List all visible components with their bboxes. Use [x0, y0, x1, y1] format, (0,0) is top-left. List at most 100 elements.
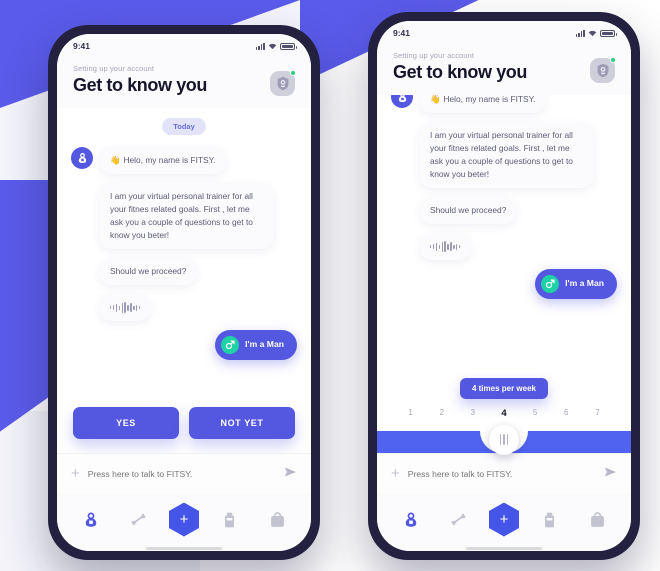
nav-shop[interactable]	[260, 507, 294, 533]
chat-message-row	[391, 233, 617, 261]
chat-bubble-bot: Should we proceed?	[419, 197, 518, 225]
plus-icon[interactable]: +	[71, 466, 80, 481]
battery-full-icon	[600, 29, 617, 37]
chat-message-row: Should we proceed?	[71, 258, 297, 286]
page-title: Get to know you	[73, 75, 208, 95]
bottom-nav-shell: +	[377, 493, 631, 551]
slider-tick-labels: 1 2 3 4 5 6 7	[393, 408, 615, 419]
chat-bubble-text: I'm a Man	[565, 278, 604, 289]
wifi-icon	[588, 29, 597, 37]
header-eyebrow: Setting up your account	[73, 64, 155, 73]
app-screen-right: 9:41 Setting up your account Get to know…	[377, 21, 631, 551]
not-yet-button[interactable]: NOT YET	[189, 406, 295, 439]
chat-message-row: 👋 Helo, my name is FITSY.	[71, 147, 297, 175]
chat-bubble-audio[interactable]	[419, 233, 472, 261]
nav-add-fab[interactable]: +	[168, 502, 199, 537]
slider-tick[interactable]: 7	[582, 408, 613, 419]
message-input[interactable]	[407, 468, 596, 479]
slider-tick[interactable]: 5	[520, 408, 551, 419]
slider-tick-active[interactable]: 4	[488, 408, 519, 419]
chat-thread: Today 👋 Helo, my name is FITSY. I am your…	[57, 108, 311, 399]
slider-tick[interactable]: 2	[426, 408, 457, 419]
status-bar: 9:41	[377, 21, 631, 45]
bottom-nav: +	[377, 493, 631, 543]
status-bar-time: 9:41	[73, 41, 91, 51]
male-gender-avatar-icon	[541, 275, 560, 294]
status-bar-indicators	[575, 29, 617, 37]
plus-icon[interactable]: +	[391, 466, 400, 481]
chat-message-row	[71, 294, 297, 322]
message-input-bar: +	[57, 452, 311, 494]
status-bar: 9:41	[57, 34, 311, 58]
nav-supplements[interactable]	[533, 507, 567, 533]
nav-exercises[interactable]	[121, 507, 155, 533]
chat-bubble-bot: 👋 Helo, my name is FITSY.	[99, 147, 227, 175]
chat-message-row: I am your virtual personal trainer for a…	[391, 122, 617, 189]
chat-bubble-user: I'm a Man	[535, 269, 617, 300]
chat-bubble-bot: I am your virtual personal trainer for a…	[419, 122, 594, 189]
message-input[interactable]	[87, 468, 276, 479]
chat-bubble-text: Helo, my name is FITSY.	[443, 95, 536, 104]
waving-hand-icon: 👋	[430, 95, 441, 104]
chat-bubble-audio[interactable]	[99, 294, 152, 322]
nav-shop[interactable]	[580, 507, 614, 533]
send-paper-plane-icon[interactable]	[284, 465, 297, 483]
app-screen-left: 9:41 Setting up your account Get to know…	[57, 34, 311, 551]
kettlebell-bot-avatar-icon	[71, 147, 93, 169]
slider-tick[interactable]: 6	[551, 408, 582, 419]
chat-message-row: I'm a Man	[71, 330, 297, 361]
status-bar-time: 9:41	[393, 28, 411, 38]
trainer-avatar-icon[interactable]	[590, 57, 616, 83]
nav-exercises[interactable]	[441, 507, 475, 533]
chat-message-row: Should we proceed?	[391, 197, 617, 225]
nav-workouts[interactable]	[394, 507, 428, 533]
trainer-avatar-icon[interactable]	[270, 70, 296, 96]
signal-bars-icon	[575, 29, 585, 37]
slider-tick[interactable]: 3	[457, 408, 488, 419]
phone-mockup-left: 9:41 Setting up your account Get to know…	[48, 25, 320, 560]
day-divider: Today	[162, 118, 206, 135]
slider-value-tooltip: 4 times per week	[459, 377, 549, 399]
nav-supplements[interactable]	[213, 507, 247, 533]
online-status-dot	[610, 57, 616, 63]
chat-bubble-user: I'm a Man	[215, 330, 297, 361]
home-indicator	[146, 546, 222, 550]
slider-thumb[interactable]	[489, 424, 519, 455]
battery-full-icon	[280, 42, 297, 50]
app-header: Setting up your account Get to know you	[57, 58, 311, 108]
nav-add-fab[interactable]: +	[488, 502, 519, 537]
chat-thread: 👋 Helo, my name is FITSY. I am your virtu…	[377, 95, 631, 372]
wifi-icon	[268, 42, 277, 50]
slider-tick[interactable]: 1	[395, 408, 426, 419]
chat-bubble-text: Helo, my name is FITSY.	[123, 155, 216, 165]
male-gender-avatar-icon	[221, 336, 240, 355]
yes-button[interactable]: YES	[73, 406, 179, 439]
header-text-group: Setting up your account Get to know you	[393, 51, 527, 83]
page-title: Get to know you	[393, 62, 528, 82]
chat-bubble-text: I'm a Man	[245, 339, 284, 350]
online-status-dot	[290, 70, 296, 76]
chat-bubble-bot: 👋 Helo, my name is FITSY.	[419, 95, 547, 114]
chat-message-row: I'm a Man	[391, 269, 617, 300]
scene: 9:41 Setting up your account Get to know…	[0, 0, 660, 571]
chat-bubble-bot: I am your virtual personal trainer for a…	[99, 183, 274, 250]
signal-bars-icon	[255, 42, 265, 50]
home-indicator	[466, 546, 542, 550]
bottom-nav-shell: +	[57, 493, 311, 551]
header-eyebrow: Setting up your account	[393, 51, 475, 60]
waving-hand-icon: 👋	[110, 155, 121, 165]
bottom-nav: +	[57, 493, 311, 543]
phone-mockup-right: 9:41 Setting up your account Get to know…	[368, 12, 640, 560]
cta-button-row: YES NOT YET	[57, 398, 311, 453]
nav-workouts[interactable]	[74, 507, 108, 533]
header-text-group: Setting up your account Get to know you	[73, 64, 207, 96]
kettlebell-bot-avatar-icon	[391, 95, 413, 108]
status-bar-indicators	[255, 42, 297, 50]
message-input-bar: +	[377, 452, 631, 494]
send-paper-plane-icon[interactable]	[604, 465, 617, 483]
chat-bubble-bot: Should we proceed?	[99, 258, 198, 286]
audio-waveform-icon	[430, 241, 461, 253]
slider-track-area[interactable]	[377, 423, 631, 455]
app-header: Setting up your account Get to know you	[377, 45, 631, 95]
frequency-slider: 4 times per week 1 2 3 4 5 6 7	[377, 371, 631, 419]
